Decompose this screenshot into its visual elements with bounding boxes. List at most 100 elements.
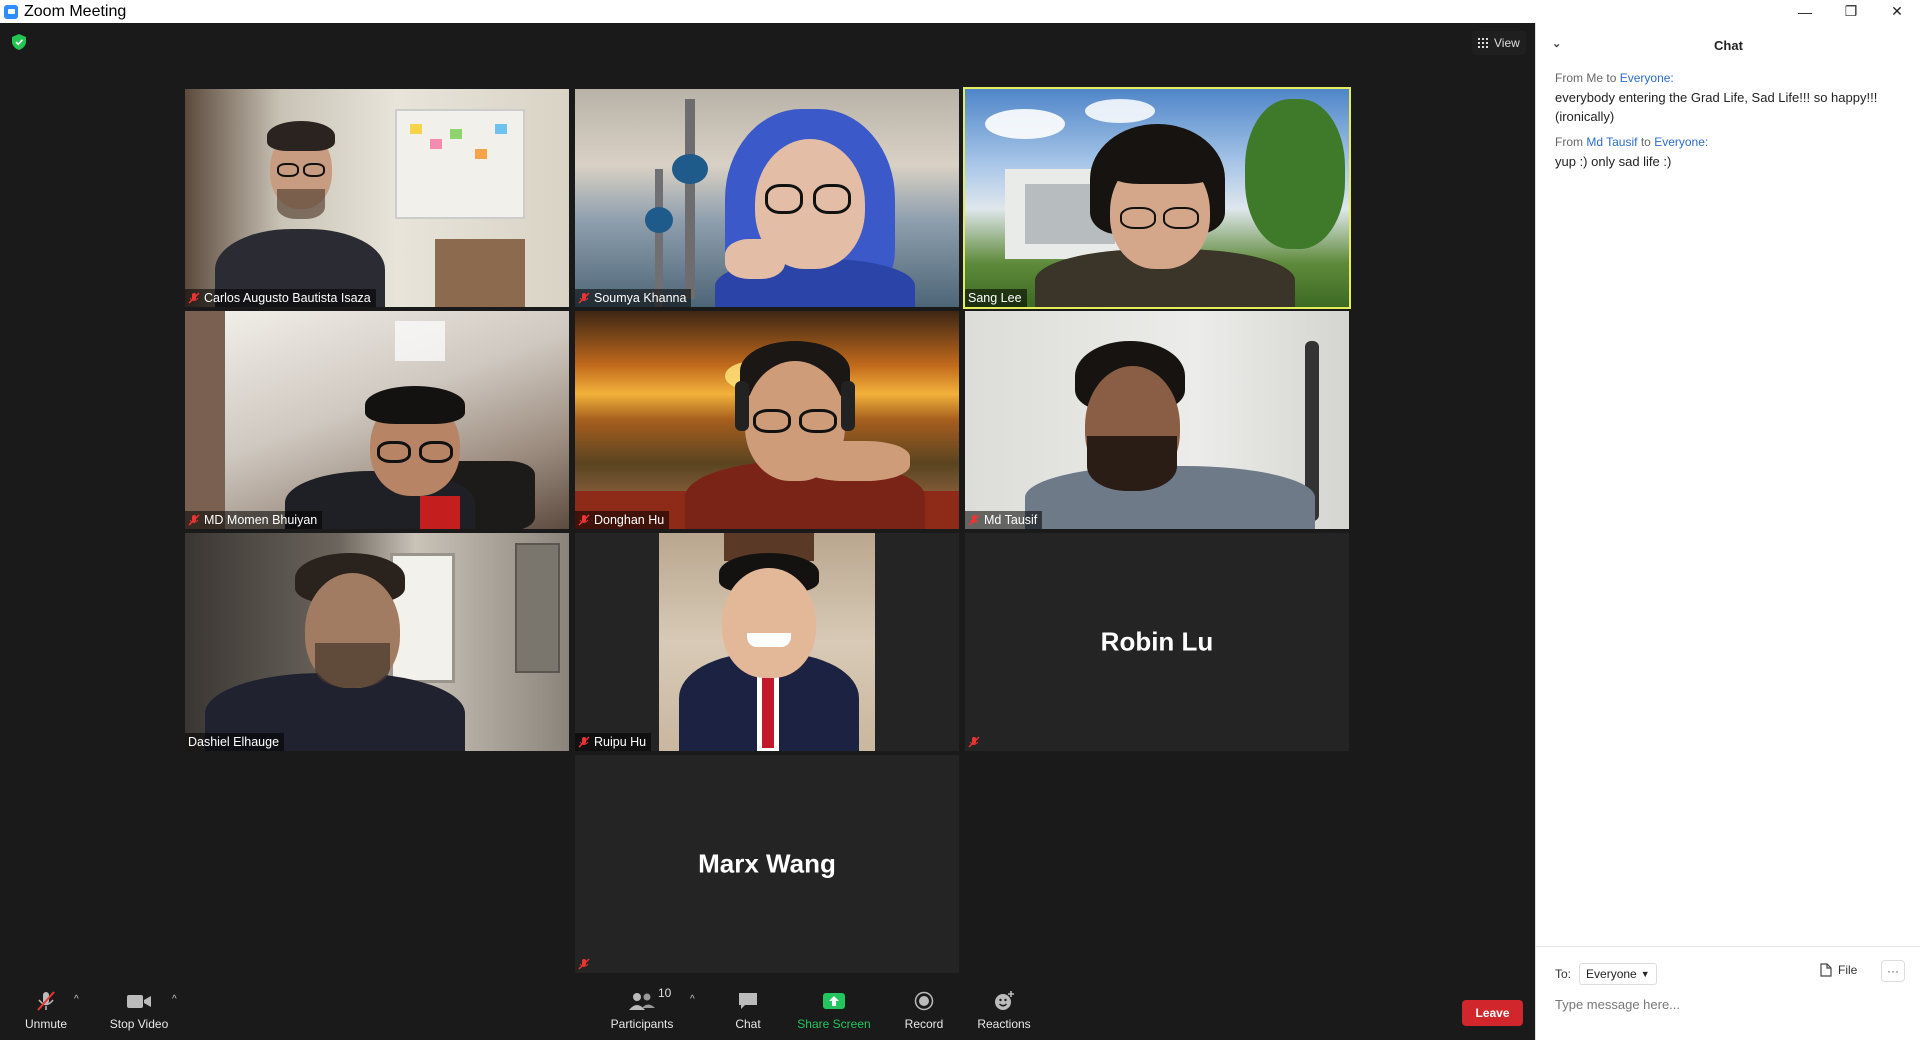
close-button[interactable]: ✕ [1874, 0, 1920, 23]
participant-name-tag: Dashiel Elhauge [185, 733, 285, 751]
dropdown-chevron-icon: ▼ [1640, 969, 1650, 979]
participant-name-tag: Carlos Augusto Bautista Isaza [185, 289, 376, 307]
video-tile[interactable]: MD Momen Bhuiyan [185, 311, 569, 529]
title-bar: Zoom Meeting — ❐ ✕ [0, 0, 1920, 23]
chat-message: From Md Tausif to Everyone: yup :) only … [1555, 133, 1885, 171]
participants-caret-icon[interactable]: ^ [690, 994, 695, 1005]
unmute-label: Unmute [24, 1016, 68, 1031]
record-icon [914, 990, 934, 1012]
reactions-button[interactable]: Reactions [976, 980, 1032, 1040]
participant-video [965, 311, 1349, 529]
participant-video [575, 311, 959, 529]
video-camera-icon [126, 990, 152, 1012]
unmute-button[interactable]: Unmute [20, 980, 72, 1040]
video-options-caret-icon[interactable]: ^ [172, 994, 177, 1005]
participant-name-tag: Ruipu Hu [575, 733, 652, 751]
message-recipient[interactable]: Everyone: [1654, 135, 1708, 149]
participant-name-tag: MD Momen Bhuiyan [185, 511, 323, 529]
video-tile[interactable]: Dashiel Elhauge [185, 533, 569, 751]
participant-name: MD Momen Bhuiyan [204, 513, 318, 527]
message-sender[interactable]: Md Tausif [1586, 135, 1637, 149]
chat-message-input[interactable] [1555, 997, 1895, 1012]
participant-name: Donghan Hu [594, 513, 665, 527]
recipient-value: Everyone [1586, 967, 1637, 981]
minimize-button[interactable]: — [1782, 0, 1828, 23]
security-shield-icon[interactable] [12, 34, 26, 50]
video-tile[interactable]: Ruipu Hu [575, 533, 959, 751]
chat-label: Chat [735, 1016, 761, 1031]
participant-name: Dashiel Elhauge [188, 735, 280, 749]
to-word: to [1640, 135, 1651, 149]
zoom-app-icon [4, 4, 18, 19]
video-tile[interactable]: Soumya Khanna [575, 89, 959, 307]
participant-name-tag: Donghan Hu [575, 511, 670, 529]
reaction-emoji-icon [993, 990, 1015, 1012]
chat-title: Chat [1714, 37, 1743, 53]
file-button[interactable]: File [1820, 963, 1857, 977]
restore-button[interactable]: ❐ [1828, 0, 1874, 23]
share-screen-label: Share Screen [797, 1016, 871, 1031]
participant-name: Md Tausif [984, 513, 1038, 527]
participant-name: Sang Lee [968, 291, 1022, 305]
participant-name-tag: Md Tausif [965, 511, 1043, 529]
message-sender: Me [1586, 71, 1604, 85]
participant-count: 10 [658, 985, 672, 1000]
file-label: File [1838, 963, 1858, 977]
participant-video [185, 89, 569, 307]
participant-display-name: Marx Wang [698, 848, 836, 879]
muted-mic-icon [188, 292, 200, 304]
share-screen-button[interactable]: Share Screen [796, 980, 872, 1040]
from-prefix: From [1555, 71, 1583, 85]
to-word: to [1606, 71, 1617, 85]
message-recipient[interactable]: Everyone: [1620, 71, 1674, 85]
from-prefix: From [1555, 135, 1583, 149]
leave-meeting-button[interactable]: Leave [1462, 1000, 1523, 1026]
record-button[interactable]: Record [902, 980, 946, 1040]
muted-mic-icon [578, 514, 590, 526]
video-tile-no-video[interactable]: Marx Wang [575, 755, 959, 973]
video-tile[interactable]: Md Tausif [965, 311, 1349, 529]
participant-name: Carlos Augusto Bautista Isaza [204, 291, 371, 305]
grid-view-icon [1478, 38, 1488, 48]
chat-bubble-icon [737, 990, 759, 1012]
muted-mic-icon [188, 514, 200, 526]
participants-label: Participants [610, 1016, 674, 1031]
recipient-dropdown[interactable]: Everyone ▼ [1579, 963, 1657, 985]
video-tile[interactable]: Donghan Hu [575, 311, 959, 529]
file-icon [1820, 963, 1832, 977]
window-title: Zoom Meeting [24, 2, 127, 20]
participant-video [965, 89, 1349, 307]
muted-mic-icon [968, 736, 980, 748]
chat-header: ⌄ Chat [1536, 23, 1920, 67]
participant-name-tag: Sang Lee [965, 289, 1027, 307]
video-tile-no-video[interactable]: Robin Lu [965, 533, 1349, 751]
message-meta: From Md Tausif to Everyone: [1555, 133, 1885, 152]
muted-mic-icon [578, 958, 590, 970]
more-options-button[interactable]: ··· [1881, 960, 1905, 982]
reactions-label: Reactions [977, 1016, 1031, 1031]
video-tile[interactable]: Carlos Augusto Bautista Isaza [185, 89, 569, 307]
video-tile-active-speaker[interactable]: Sang Lee [963, 87, 1351, 309]
view-label: View [1494, 36, 1520, 50]
message-meta: From Me to Everyone: [1555, 69, 1885, 88]
audio-options-caret-icon[interactable]: ^ [74, 994, 79, 1005]
participant-name: Ruipu Hu [594, 735, 647, 749]
participant-display-name: Robin Lu [1100, 626, 1214, 657]
participant-name-tag [575, 955, 595, 973]
stop-video-button[interactable]: Stop Video [106, 980, 172, 1040]
participants-button[interactable]: 10 Participants [610, 980, 674, 1040]
participant-video [575, 533, 959, 751]
message-text: yup :) only sad life :) [1555, 154, 1672, 169]
view-button[interactable]: View [1472, 31, 1526, 55]
chat-button[interactable]: Chat [728, 980, 768, 1040]
collapse-chevron-icon[interactable]: ⌄ [1552, 37, 1561, 50]
recipient-row: To: Everyone ▼ [1555, 963, 1657, 985]
participant-video [575, 89, 959, 307]
participants-icon: 10 [628, 986, 671, 1012]
mic-muted-icon [35, 990, 57, 1012]
participant-name-tag [965, 733, 985, 751]
participant-video [185, 533, 569, 751]
participant-video [185, 311, 569, 529]
video-gallery: View Carlos Augusto Bautista Isaza Soumy… [0, 23, 1535, 980]
participant-name: Soumya Khanna [594, 291, 687, 305]
